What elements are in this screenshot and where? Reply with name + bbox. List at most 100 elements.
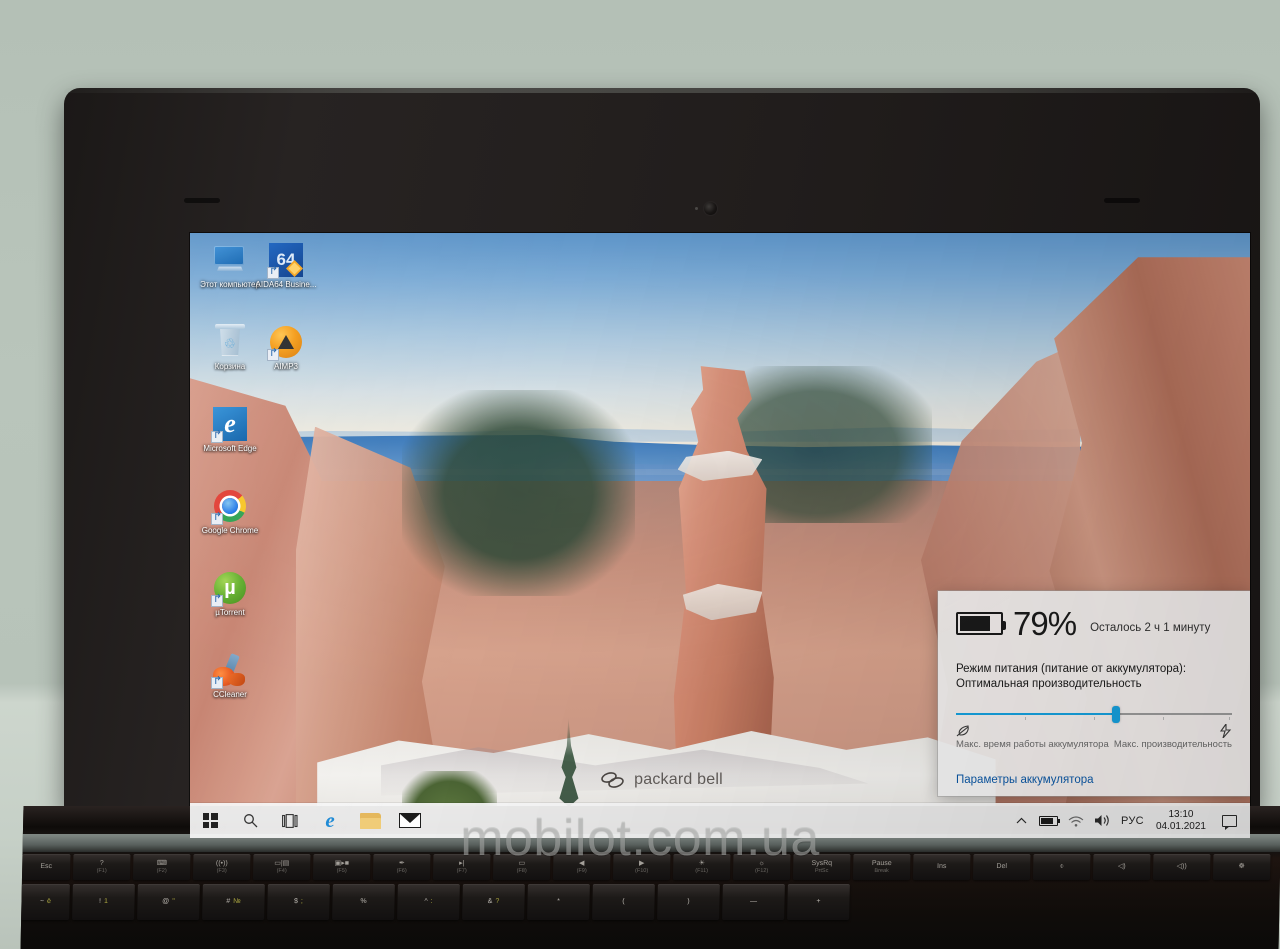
key-cyrillic-label: ё xyxy=(47,898,52,905)
keyboard-key[interactable]: $; xyxy=(267,884,330,920)
laptop-lid: Этот компьютер 64 AIDA64 Busine... xyxy=(64,88,1260,838)
keyboard-key[interactable]: Pause Break xyxy=(852,854,911,880)
key-label-pair: $; xyxy=(294,898,303,906)
desktop-icon-aimp3[interactable]: AIMP3 xyxy=(254,323,318,371)
keyboard-key[interactable]: ✒ (F6) xyxy=(372,854,431,880)
keyboard-key[interactable]: # № xyxy=(202,884,265,920)
mail-icon xyxy=(399,813,421,828)
webcam-icon xyxy=(704,202,717,215)
tray-expand-button[interactable] xyxy=(1009,803,1034,838)
keyboard-key[interactable]: ▸| (F7) xyxy=(432,854,491,880)
keyboard-key[interactable]: ~ ё xyxy=(21,884,70,920)
tray-battery-button[interactable] xyxy=(1034,803,1063,838)
keyboard-key[interactable]: % xyxy=(332,884,395,920)
keyboard-key[interactable]: &? xyxy=(462,884,525,920)
search-icon xyxy=(243,814,257,828)
key-cyrillic-label: : xyxy=(430,898,433,905)
tray-volume-button[interactable] xyxy=(1089,803,1116,838)
key-secondary-label: (F2) xyxy=(156,867,167,874)
mail-button[interactable] xyxy=(390,803,430,838)
key-secondary-label: (F8) xyxy=(516,867,527,874)
battery-tray-icon xyxy=(1039,815,1060,826)
desktop-icon-utorrent[interactable]: µ µTorrent xyxy=(198,569,262,617)
tray-network-button[interactable] xyxy=(1063,803,1089,838)
keyboard-key[interactable]: ) xyxy=(657,884,720,920)
key-latin-label: & xyxy=(487,898,493,905)
key-label-pair: — xyxy=(750,898,757,906)
keyboard-key[interactable]: ◁) xyxy=(1092,854,1151,880)
taskbar-clock[interactable]: 13:10 04.01.2021 xyxy=(1149,803,1213,838)
keyboard-key[interactable]: ▶ (F10) xyxy=(612,854,671,880)
desktop-icon-label: µTorrent xyxy=(215,608,245,617)
keyboard-key[interactable]: SysRq PrtSc xyxy=(792,854,851,880)
wallpaper-forest-patch xyxy=(402,390,636,596)
performance-icon xyxy=(1219,724,1232,738)
keyboard-key[interactable]: @ " xyxy=(137,884,200,920)
desktop-icon-recycle-bin[interactable]: ♲ Корзина xyxy=(198,323,262,371)
desktop-icon-label: Этот компьютер xyxy=(200,280,260,289)
file-explorer-button[interactable] xyxy=(350,803,390,838)
key-cyrillic-label: " xyxy=(172,898,175,905)
edge-button[interactable]: e xyxy=(310,803,350,838)
keyboard-key[interactable]: — xyxy=(722,884,785,920)
keyboard-key[interactable]: ▭|▤ (F4) xyxy=(252,854,311,880)
keyboard-key[interactable]: ^: xyxy=(397,884,460,920)
key-primary-label: ▣▸■ xyxy=(334,859,350,867)
keyboard-key[interactable]: ◁)) xyxy=(1152,854,1211,880)
key-latin-label: ) xyxy=(687,898,690,905)
keyboard-key[interactable]: Del xyxy=(972,854,1031,880)
key-label-pair: ! 1 xyxy=(99,898,108,906)
keyboard-key[interactable]: ▣▸■ (F5) xyxy=(312,854,371,880)
desktop-icon-label: Microsoft Edge xyxy=(203,444,257,453)
battery-percent-label: 79% xyxy=(1013,605,1077,642)
key-primary-label: Pause xyxy=(871,859,892,867)
keyboard-key[interactable]: ☸ xyxy=(1212,854,1271,880)
keyboard-key[interactable]: ☀ (F11) xyxy=(672,854,731,880)
clock-time: 13:10 xyxy=(1168,808,1194,820)
key-secondary-label: (F3) xyxy=(216,867,227,874)
key-latin-label: % xyxy=(360,898,367,905)
slider-endpoint-icons xyxy=(956,724,1232,738)
keyboard-key[interactable]: ( xyxy=(592,884,655,920)
search-button[interactable] xyxy=(230,803,270,838)
desktop-icon-label: AIDA64 Busine... xyxy=(255,280,317,289)
key-latin-label: @ xyxy=(162,898,170,905)
action-center-button[interactable] xyxy=(1213,803,1246,838)
battery-settings-link[interactable]: Параметры аккумулятора xyxy=(956,774,1232,786)
slider-thumb[interactable] xyxy=(1112,706,1121,723)
keyboard-key[interactable]: ((•)) (F3) xyxy=(192,854,251,880)
key-cyrillic-label: № xyxy=(233,898,241,905)
task-view-button[interactable] xyxy=(270,803,310,838)
desktop-icon-label: Google Chrome xyxy=(201,526,259,535)
start-button[interactable] xyxy=(190,803,230,838)
keyboard-key[interactable]: Ins xyxy=(912,854,971,880)
desktop-icon-aida64[interactable]: 64 AIDA64 Busine... xyxy=(254,241,318,289)
desktop-icon-this-pc[interactable]: Этот компьютер xyxy=(198,241,262,289)
slider-filled-portion xyxy=(956,713,1117,715)
key-primary-label: Del xyxy=(996,863,1008,870)
keyboard-deck: Esc? (F1) ⌨ (F2) ((•)) (F3) ▭|▤ (F4) ▣▸■ (F5) ✒ (F6… xyxy=(20,850,1280,949)
desktop-icon-ccleaner[interactable]: CCleaner xyxy=(198,651,262,699)
desktop-icon-microsoft-edge[interactable]: e Microsoft Edge xyxy=(198,405,262,453)
desktop-icon-google-chrome[interactable]: Google Chrome xyxy=(198,487,262,535)
power-mode-slider[interactable] xyxy=(956,706,1232,723)
keyboard-key[interactable]: ⌽ xyxy=(1032,854,1091,880)
keyboard-key[interactable]: ☼ (F12) xyxy=(732,854,791,880)
keyboard-key[interactable]: ◀ (F9) xyxy=(552,854,611,880)
keyboard-key[interactable]: ? (F1) xyxy=(72,854,131,880)
key-secondary-label: Break xyxy=(874,867,889,874)
key-secondary-label: (F9) xyxy=(576,867,587,874)
keyboard-key[interactable]: ! 1 xyxy=(72,884,135,920)
key-latin-label: ! xyxy=(98,898,102,905)
key-label-pair: ( xyxy=(622,898,624,906)
tray-language-indicator[interactable]: РУС xyxy=(1116,803,1149,838)
key-latin-label: ^ xyxy=(424,898,428,905)
keyboard-key[interactable]: Esc xyxy=(21,854,71,880)
keyboard-key[interactable]: * xyxy=(527,884,590,920)
shortcut-overlay-icon xyxy=(267,265,279,279)
keyboard-key[interactable]: ▭ (F8) xyxy=(492,854,551,880)
key-secondary-label: (F1) xyxy=(96,867,107,874)
keyboard-key[interactable]: + xyxy=(787,884,850,920)
laptop-screen: Этот компьютер 64 AIDA64 Busine... xyxy=(190,233,1250,838)
keyboard-key[interactable]: ⌨ (F2) xyxy=(132,854,191,880)
